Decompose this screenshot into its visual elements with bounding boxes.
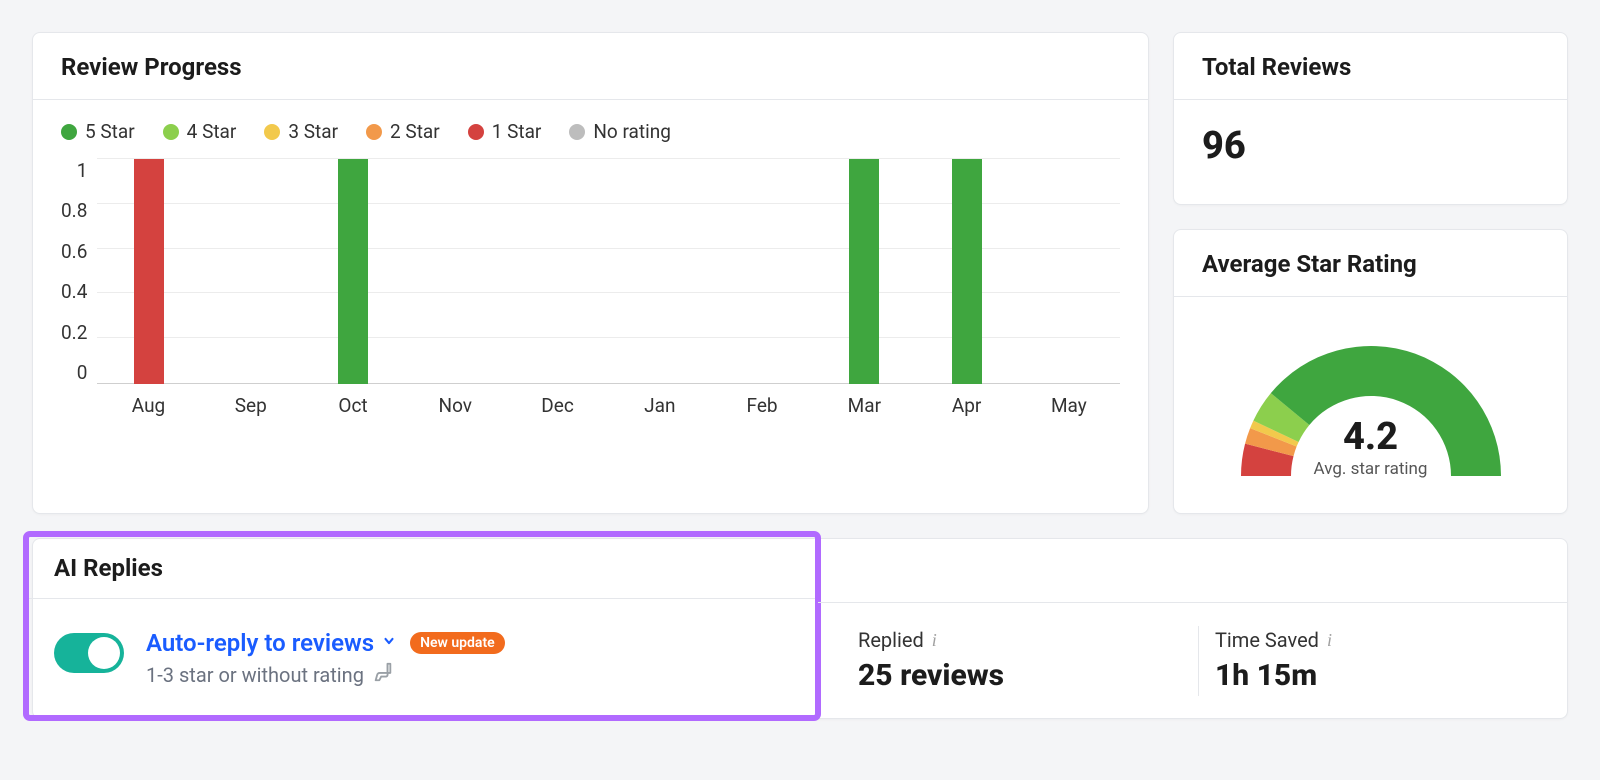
plot <box>97 159 1120 384</box>
bar-slot <box>97 159 199 384</box>
legend-item[interactable]: 5 Star <box>61 120 135 143</box>
bar[interactable] <box>952 159 982 384</box>
y-tick: 0.8 <box>61 199 87 222</box>
bar-slot <box>302 159 404 384</box>
info-icon[interactable]: i <box>932 631 937 649</box>
legend-item[interactable]: No rating <box>569 120 671 143</box>
divider <box>1198 626 1199 696</box>
legend-label: 1 Star <box>492 120 542 143</box>
time-saved-label: Time Saved <box>1215 628 1319 652</box>
chart-area: 1 0.8 0.6 0.4 0.2 0 AugSepOctNovDecJanFebMarA… <box>33 155 1148 447</box>
ai-replies-title: AI Replies <box>54 554 790 582</box>
x-tick: Mar <box>813 394 915 417</box>
gauge-value: 4.2 <box>1221 415 1521 459</box>
stat-replied: Replied i 25 reviews <box>858 628 1182 693</box>
y-tick: 0.4 <box>61 280 87 303</box>
auto-reply-sub: 1-3 star or without rating <box>146 663 364 687</box>
bar-slot <box>506 159 608 384</box>
y-tick: 0.2 <box>61 321 87 344</box>
ai-highlight-region: AI Replies Auto-reply to reviews <box>26 534 818 718</box>
legend-item[interactable]: 3 Star <box>264 120 338 143</box>
y-tick: 1 <box>77 159 88 182</box>
legend-dot <box>366 124 382 140</box>
legend-label: 4 Star <box>187 120 237 143</box>
ai-replies-card: AI Replies Auto-reply to reviews <box>32 538 1568 719</box>
legend-dot <box>163 124 179 140</box>
auto-reply-toggle[interactable] <box>54 633 124 673</box>
x-tick: Nov <box>404 394 506 417</box>
legend-item[interactable]: 4 Star <box>163 120 237 143</box>
bar-slot <box>915 159 1017 384</box>
bar-slot <box>609 159 711 384</box>
x-tick: Oct <box>302 394 404 417</box>
replied-value: 25 reviews <box>858 658 1182 693</box>
x-tick: Apr <box>915 394 1017 417</box>
avg-rating-card: Average Star Rating 4.2 Avg. star rating <box>1173 229 1568 514</box>
bar[interactable] <box>338 159 368 384</box>
chart-legend: 5 Star 4 Star 3 Star 2 Star 1 Star No rating <box>33 100 1148 155</box>
x-tick: Jan <box>609 394 711 417</box>
legend-dot <box>61 124 77 140</box>
legend-label: 2 Star <box>390 120 440 143</box>
legend-item[interactable]: 1 Star <box>468 120 542 143</box>
legend-label: No rating <box>593 120 671 143</box>
x-axis: AugSepOctNovDecJanFebMarAprMay <box>97 394 1120 417</box>
avg-rating-title: Average Star Rating <box>1202 250 1539 278</box>
legend-dot <box>468 124 484 140</box>
x-tick: Dec <box>506 394 608 417</box>
bar-slot <box>404 159 506 384</box>
new-update-badge: New update <box>410 632 505 654</box>
chevron-down-icon[interactable] <box>382 633 396 653</box>
total-reviews-title: Total Reviews <box>1202 53 1539 81</box>
gauge: 4.2 Avg. star rating <box>1174 297 1567 513</box>
total-reviews-card: Total Reviews 96 <box>1173 32 1568 205</box>
y-tick: 0.6 <box>61 240 87 263</box>
y-axis: 1 0.8 0.6 0.4 0.2 0 <box>61 159 97 384</box>
y-tick: 0 <box>77 361 88 384</box>
auto-reply-link[interactable]: Auto-reply to reviews <box>146 629 374 657</box>
time-saved-value: 1h 15m <box>1215 658 1539 693</box>
gauge-sub: Avg. star rating <box>1221 459 1521 479</box>
card-header: Review Progress <box>33 33 1148 100</box>
thumbs-down-icon <box>372 661 394 688</box>
review-progress-title: Review Progress <box>61 53 1120 81</box>
bar-slot <box>1018 159 1120 384</box>
stat-time-saved: Time Saved i 1h 15m <box>1215 628 1539 693</box>
info-icon[interactable]: i <box>1327 631 1332 649</box>
legend-item[interactable]: 2 Star <box>366 120 440 143</box>
legend-label: 3 Star <box>288 120 338 143</box>
right-column: Total Reviews 96 Average Star Rating 4.2… <box>1173 32 1568 514</box>
total-reviews-value: 96 <box>1174 100 1567 204</box>
replied-label: Replied <box>858 628 924 652</box>
bar-slot <box>711 159 813 384</box>
review-progress-card: Review Progress 5 Star 4 Star 3 Star 2 Star… <box>32 32 1149 514</box>
x-tick: Aug <box>97 394 199 417</box>
legend-label: 5 Star <box>85 120 135 143</box>
legend-dot <box>264 124 280 140</box>
bar-slot <box>813 159 915 384</box>
bar-slot <box>200 159 302 384</box>
x-tick: Feb <box>711 394 813 417</box>
legend-dot <box>569 124 585 140</box>
bar[interactable] <box>849 159 879 384</box>
card-header: Total Reviews <box>1174 33 1567 100</box>
bar[interactable] <box>134 159 164 384</box>
card-header: Average Star Rating <box>1174 230 1567 297</box>
x-tick: Sep <box>200 394 302 417</box>
x-tick: May <box>1018 394 1120 417</box>
